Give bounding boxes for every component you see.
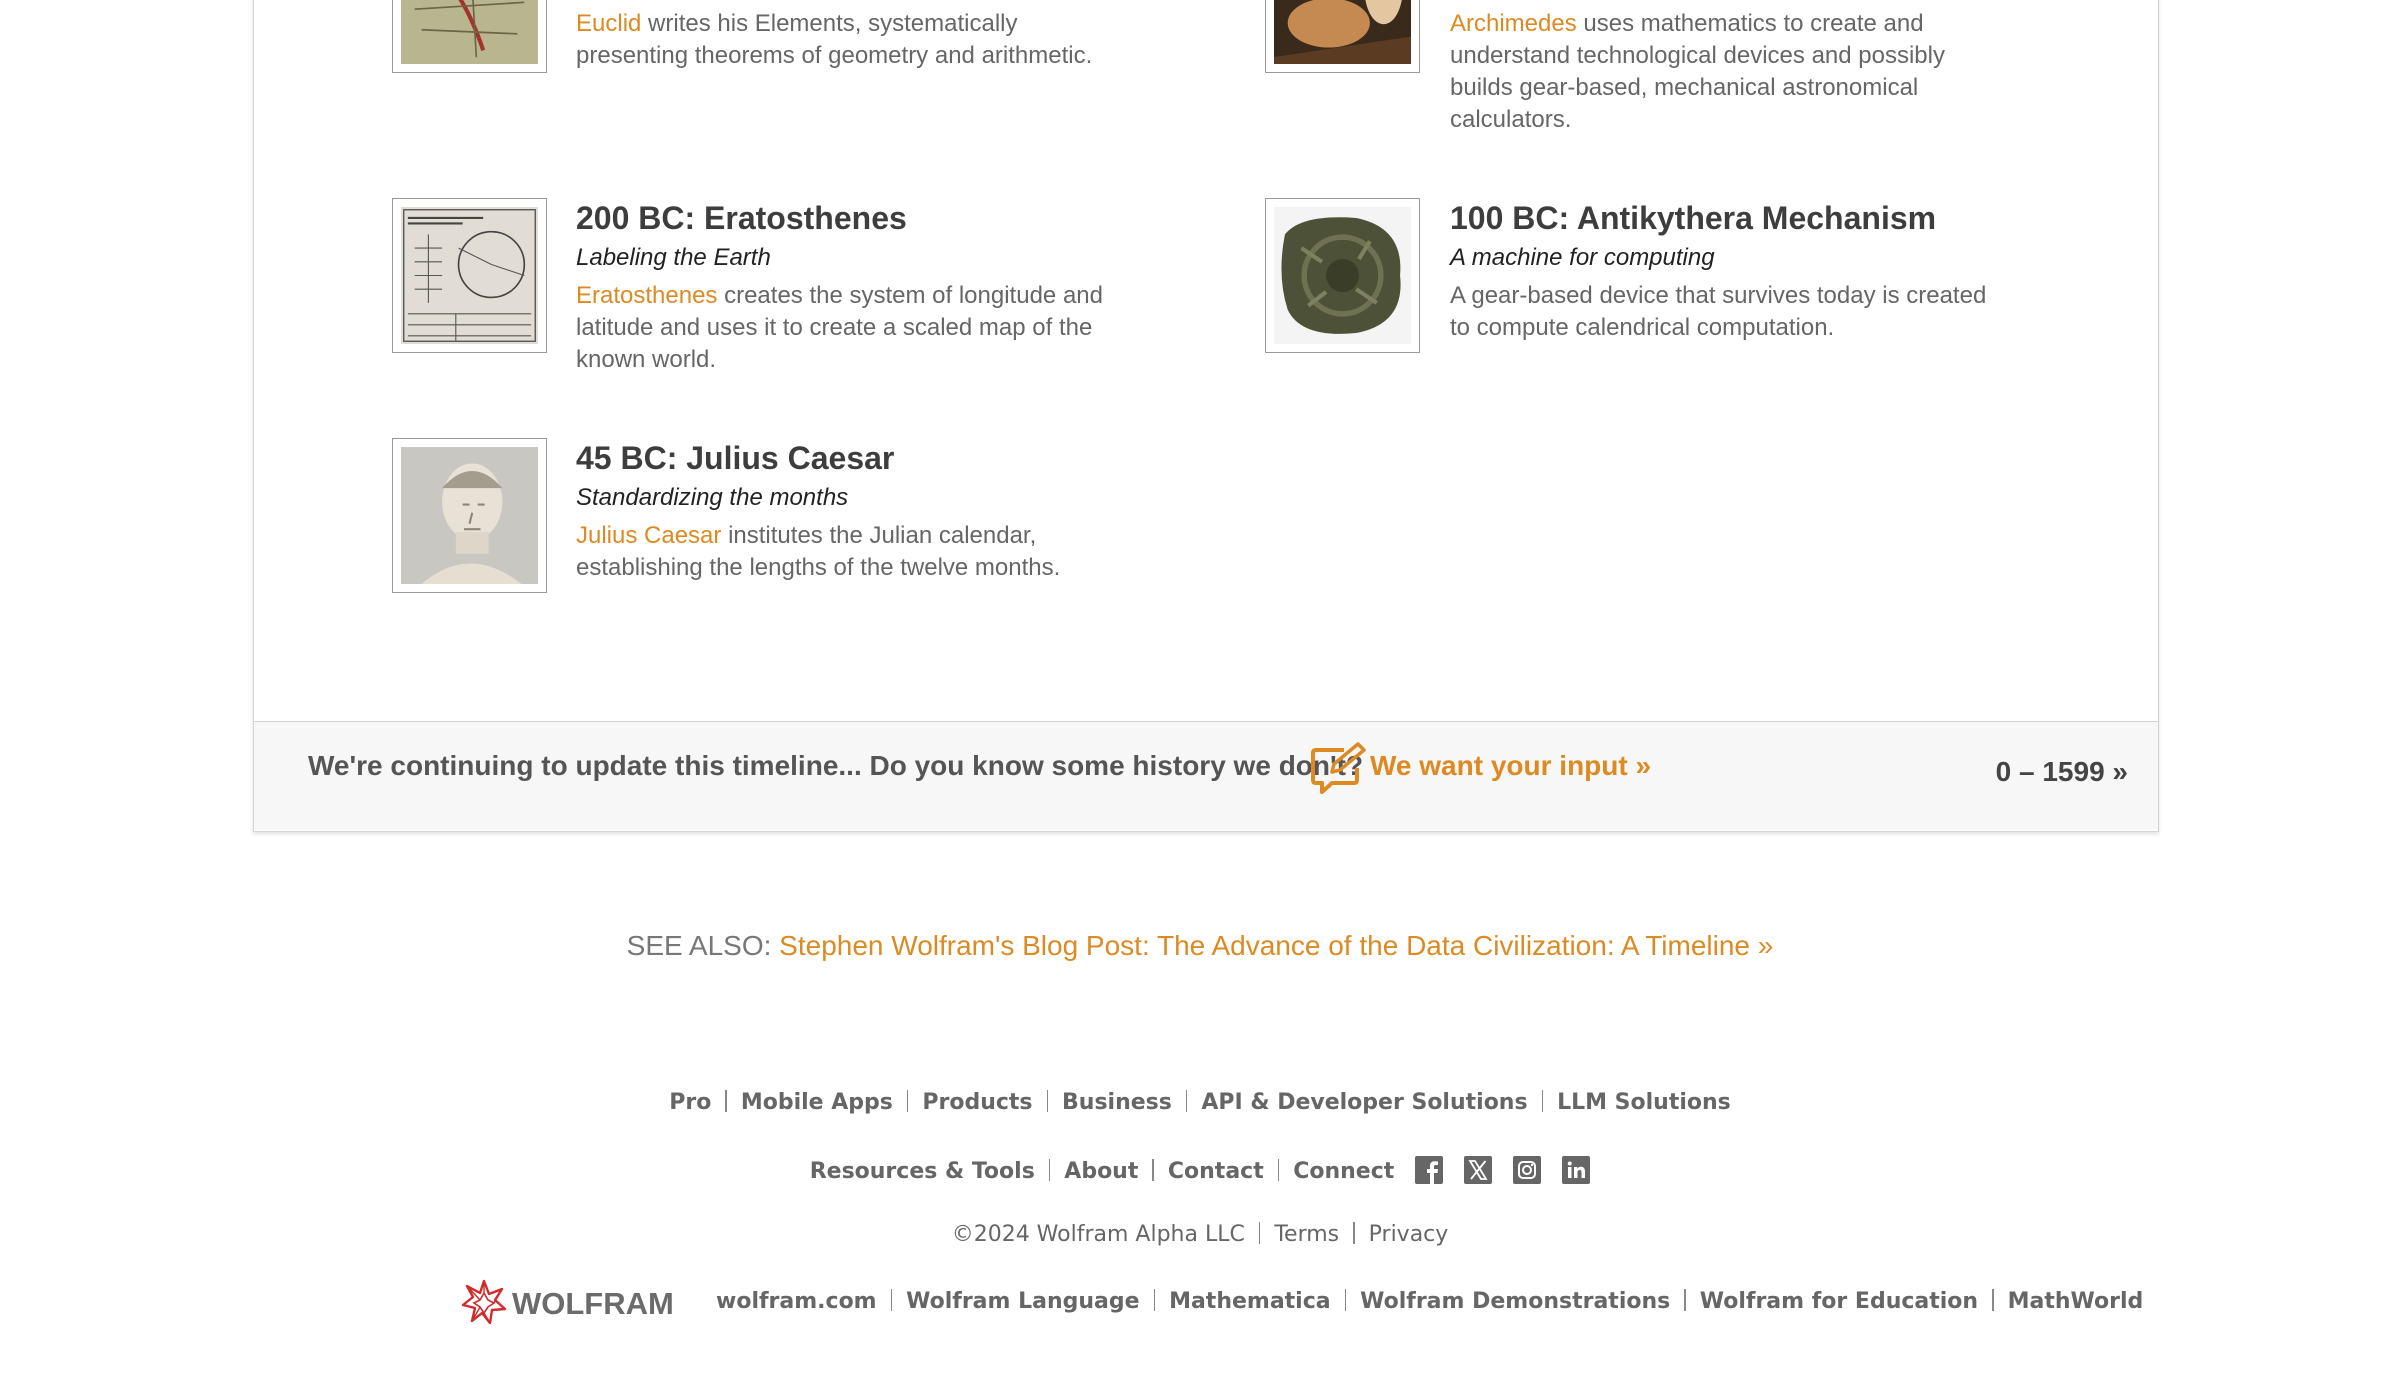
copyright: ©2024 Wolfram Alpha LLC — [951, 1222, 1245, 1247]
antikythera-mechanism-icon — [1274, 207, 1411, 344]
earth-size-diagram-icon — [401, 207, 538, 344]
euclid-thumbnail[interactable] — [392, 0, 547, 73]
footer-link-education[interactable]: Wolfram for Education — [1700, 1289, 1978, 1314]
update-bar: We're continuing to update this timeline… — [254, 721, 2158, 830]
footer-legal: ©2024 Wolfram Alpha LLC Terms Privacy — [0, 1222, 2400, 1247]
footer-link-about[interactable]: About — [1064, 1159, 1138, 1184]
caesar-description: Julius Caesar institutes the Julian cale… — [576, 522, 1061, 581]
x-twitter-icon[interactable] — [1464, 1156, 1493, 1184]
divider — [1992, 1289, 1994, 1311]
blog-post-link[interactable]: Stephen Wolfram's Blog Post: The Advance… — [779, 930, 1773, 961]
divider — [1153, 1289, 1156, 1311]
footer-connect-label: Connect — [1293, 1159, 1395, 1184]
footer-link-products[interactable]: Products — [922, 1090, 1032, 1115]
divider — [1046, 1090, 1049, 1112]
eratosthenes-title: 200 BC: Eratosthenes — [576, 200, 907, 236]
divider — [1258, 1222, 1261, 1244]
divider — [906, 1090, 909, 1112]
divider — [1353, 1222, 1355, 1244]
linkedin-icon[interactable] — [1562, 1156, 1591, 1184]
footer-link-llm[interactable]: LLM Solutions — [1557, 1090, 1731, 1115]
footer-link-privacy[interactable]: Privacy — [1369, 1222, 1449, 1247]
euclid-description: Euclid writes his Elements, systematical… — [576, 10, 1093, 69]
footer-link-wolfram-com[interactable]: wolfram.com — [716, 1289, 877, 1314]
antikythera-title: 100 BC: Antikythera Mechanism — [1450, 200, 1937, 236]
divider — [890, 1289, 893, 1311]
update-prompt: We're continuing to update this timeline… — [308, 750, 1364, 781]
edit-feedback-icon[interactable] — [1310, 742, 1368, 794]
footer-link-wolfram-language[interactable]: Wolfram Language — [906, 1289, 1139, 1314]
caesar-subtitle: Standardizing the months — [576, 484, 849, 511]
wolfram-logo[interactable]: WOLFRAM — [460, 1278, 690, 1328]
caesar-thumbnail[interactable] — [392, 438, 547, 593]
footer-link-terms[interactable]: Terms — [1274, 1222, 1339, 1247]
caesar-title: 45 BC: Julius Caesar — [576, 440, 895, 476]
see-also: SEE ALSO: Stephen Wolfram's Blog Post: T… — [0, 930, 2400, 962]
caesar-link[interactable]: Julius Caesar — [576, 522, 721, 549]
footer-wolfram-sites: wolfram.com Wolfram Language Mathematica Wo… — [716, 1289, 2143, 1314]
eratosthenes-description: Eratosthenes creates the system of longi… — [576, 282, 1103, 373]
divider — [1541, 1090, 1544, 1112]
eratosthenes-thumbnail[interactable] — [392, 198, 547, 353]
next-range-link[interactable]: 0 – 1599 » — [1996, 756, 2128, 788]
antikythera-subtitle: A machine for computing — [1450, 244, 1715, 271]
antikythera-description: A gear-based device that survives today … — [1450, 282, 1987, 341]
divider — [1344, 1289, 1347, 1311]
footer-link-demonstrations[interactable]: Wolfram Demonstrations — [1360, 1289, 1670, 1314]
euclid-link[interactable]: Euclid — [576, 10, 641, 37]
footer-link-api[interactable]: API & Developer Solutions — [1201, 1090, 1527, 1115]
footer-link-contact[interactable]: Contact — [1168, 1159, 1264, 1184]
divider — [1185, 1090, 1188, 1112]
wolfram-wordmark: WOLFRAM — [512, 1286, 674, 1321]
footer-link-pro[interactable]: Pro — [669, 1090, 711, 1115]
divider — [1277, 1159, 1280, 1181]
footer-nav-secondary: Resources & Tools About Contact Connect — [0, 1156, 2400, 1184]
divider — [1152, 1159, 1154, 1181]
facebook-icon[interactable] — [1415, 1156, 1444, 1184]
footer-link-mathworld[interactable]: MathWorld — [2008, 1289, 2144, 1314]
timeline-panel: Euclid writes his Elements, systematical… — [253, 0, 2159, 832]
input-link[interactable]: We want your input » — [1370, 750, 1651, 782]
footer-link-mobile-apps[interactable]: Mobile Apps — [741, 1090, 893, 1115]
divider — [1048, 1159, 1051, 1181]
eratosthenes-subtitle: Labeling the Earth — [576, 244, 771, 271]
caesar-bust-icon — [401, 447, 538, 584]
antikythera-thumbnail[interactable] — [1265, 198, 1420, 353]
divider — [725, 1090, 727, 1112]
eratosthenes-link[interactable]: Eratosthenes — [576, 282, 717, 309]
archimedes-description: Archimedes uses mathematics to create an… — [1450, 10, 1945, 133]
instagram-icon[interactable] — [1513, 1156, 1542, 1184]
footer-link-business[interactable]: Business — [1062, 1090, 1172, 1115]
wolfram-spikey-icon — [461, 1279, 507, 1325]
footer-link-resources[interactable]: Resources & Tools — [810, 1159, 1035, 1184]
euclid-manuscript-icon — [401, 0, 538, 64]
footer-link-mathematica[interactable]: Mathematica — [1169, 1289, 1331, 1314]
see-also-label: SEE ALSO: — [626, 930, 780, 961]
footer-nav-primary: Pro Mobile Apps Products Business API & Deve… — [0, 1090, 2400, 1115]
archimedes-link[interactable]: Archimedes — [1450, 10, 1577, 37]
divider — [1684, 1289, 1686, 1311]
archimedes-thumbnail[interactable] — [1265, 0, 1420, 73]
archimedes-painting-icon — [1274, 0, 1411, 64]
